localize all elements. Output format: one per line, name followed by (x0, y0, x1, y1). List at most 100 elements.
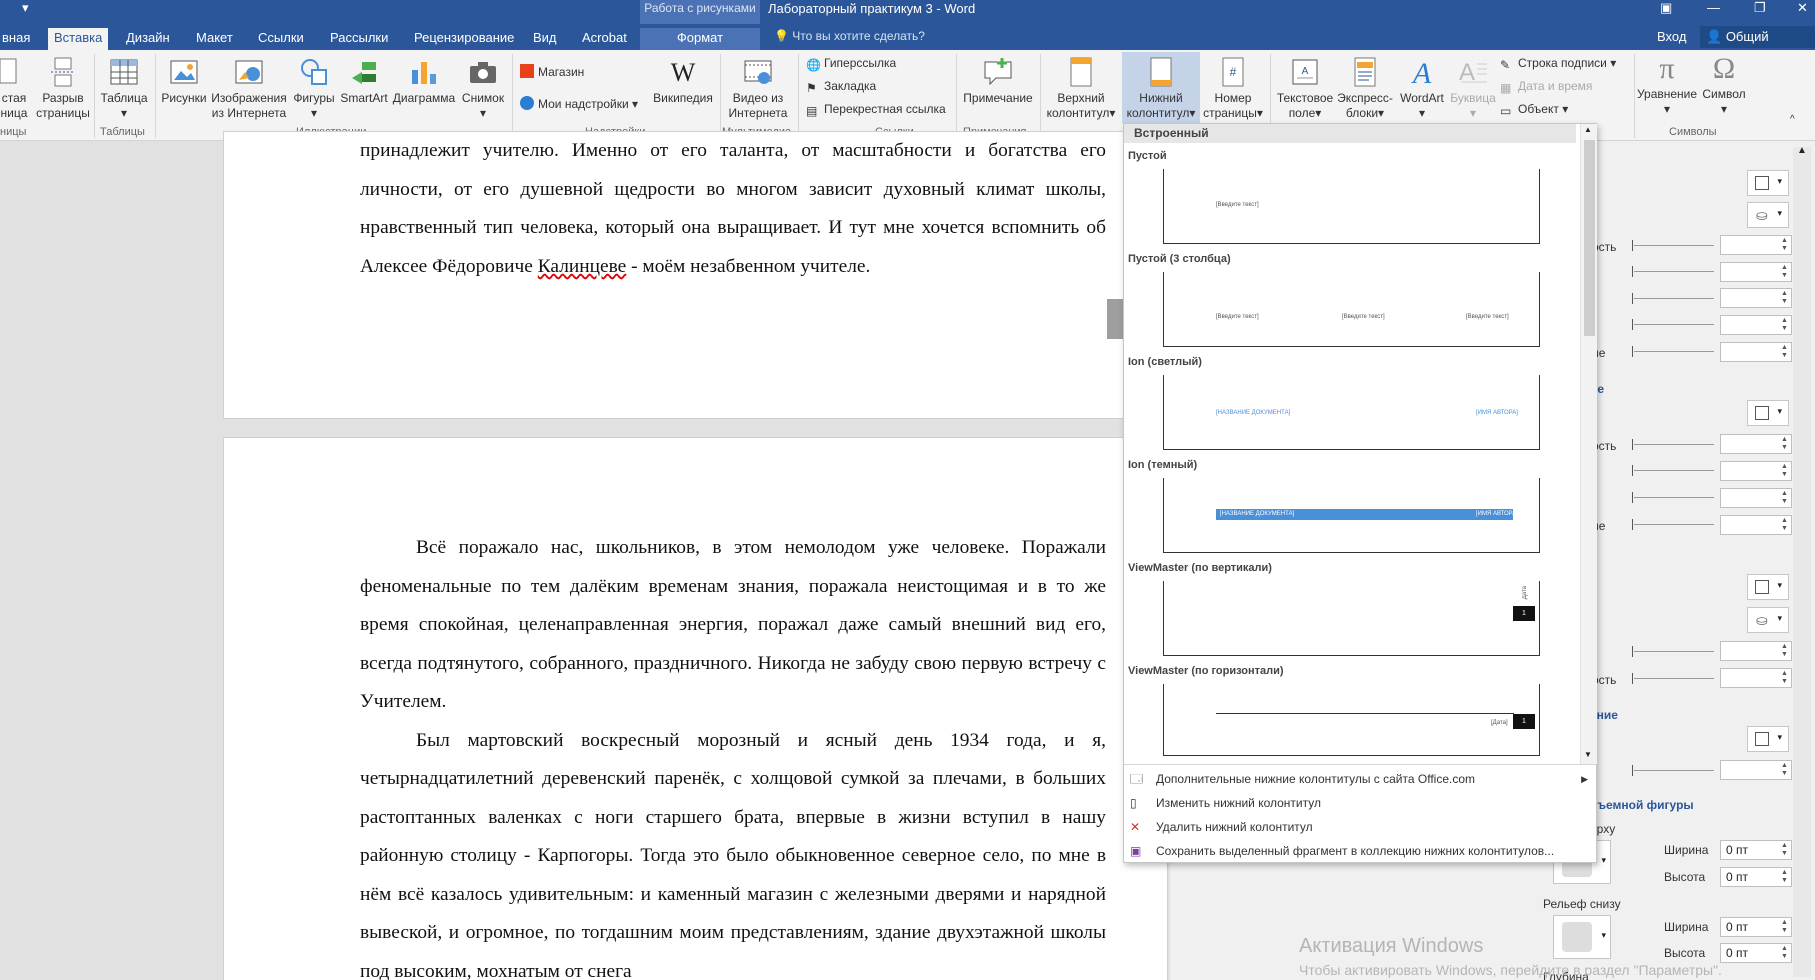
scroll-down-icon[interactable]: ▼ (1584, 750, 1592, 759)
angle-slider[interactable] (1634, 324, 1714, 325)
spinner-icon[interactable]: ▲ ▼ (1781, 517, 1789, 533)
smartart-button[interactable]: SmartArt (339, 56, 389, 106)
page-1-text[interactable]: принадлежит учителю. Именно от его талан… (360, 132, 1106, 287)
size-slider[interactable] (1634, 271, 1714, 272)
object-button[interactable]: ▭ Объект ▾ (1500, 102, 1568, 118)
preset-button[interactable]: ▾ (1747, 400, 1789, 426)
soft-edges-preset-button[interactable]: ▾ (1747, 726, 1789, 752)
spinner-icon[interactable]: ▲ ▼ (1781, 919, 1789, 935)
glow-transparency-slider[interactable] (1634, 678, 1714, 679)
distance-slider[interactable] (1634, 351, 1714, 352)
qat-dropdown-icon[interactable]: ▾ (22, 1, 29, 14)
transparency-slider[interactable] (1634, 245, 1714, 246)
tab-acrobat[interactable]: Acrobat (578, 28, 631, 50)
tab-layout[interactable]: Макет (192, 28, 237, 50)
tab-references[interactable]: Ссылки (254, 28, 308, 50)
tab-home[interactable]: вная (0, 28, 34, 50)
spinner-icon[interactable]: ▲ ▼ (1781, 237, 1789, 253)
header-button[interactable]: Верхний колонтитул▾ (1044, 56, 1118, 121)
footer-option-ion-dark[interactable]: [НАЗВАНИЕ ДОКУМЕНТА] [ИМЯ АВТОРА] (1163, 478, 1540, 553)
wordart-button[interactable]: A WordArt ▾ (1394, 56, 1450, 121)
tab-design[interactable]: Дизайн (122, 28, 174, 50)
spinner-icon[interactable]: ▲ ▼ (1781, 463, 1789, 479)
crossref-button[interactable]: ▤ Перекрестная ссылка (806, 102, 946, 118)
spinner-icon[interactable]: ▲ ▼ (1781, 436, 1789, 452)
spinner-icon[interactable]: ▲ ▼ (1781, 842, 1789, 858)
tab-mailings[interactable]: Рассылки (326, 28, 392, 50)
spinner-icon[interactable]: ▲ ▼ (1781, 290, 1789, 306)
value-field[interactable]: ▲ ▼ (1720, 760, 1792, 780)
pictures-button[interactable]: Рисунки (158, 56, 210, 106)
text-box-button[interactable]: A Текстовое поле▾ (1274, 56, 1336, 121)
quick-parts-button[interactable]: Экспресс-блоки▾ (1334, 56, 1396, 121)
spinner-icon[interactable]: ▲ ▼ (1781, 317, 1789, 333)
value-field[interactable]: ▲ ▼ (1720, 262, 1792, 282)
value-field[interactable]: ▲ ▼ (1720, 515, 1792, 535)
tab-insert[interactable]: Вставка (48, 28, 109, 50)
glow-color-button[interactable]: ⛀ ▾ (1747, 607, 1789, 633)
spinner-icon[interactable]: ▲ ▼ (1781, 490, 1789, 506)
reflection-blur-slider[interactable] (1634, 497, 1714, 498)
symbol-button[interactable]: Ω Символ ▾ (1696, 52, 1752, 117)
tab-view[interactable]: Вид (529, 28, 561, 50)
tell-me-search[interactable]: 💡 Что вы хотите сделать? (774, 29, 925, 43)
value-field[interactable]: ▲ ▼ (1720, 288, 1792, 308)
page-break-button[interactable]: Разрыв страницы (34, 56, 92, 121)
pane-scrollbar[interactable] (1793, 147, 1811, 977)
online-pictures-button[interactable]: Изображения из Интернета (210, 56, 288, 121)
page-number-button[interactable]: # Номер страницы▾ (1200, 56, 1266, 121)
online-video-button[interactable]: Видео из Интернета (722, 56, 794, 121)
relief-bottom-width-field[interactable]: 0 пт ▲ ▼ (1720, 917, 1792, 937)
scroll-up-icon[interactable]: ▲ (1584, 125, 1592, 134)
wikipedia-button[interactable]: W Википедия (650, 56, 716, 106)
fill-color-button[interactable]: ⛀ ▾ (1747, 202, 1789, 228)
relief-bottom-picker[interactable]: ▾ (1553, 915, 1611, 959)
bookmark-button[interactable]: ⚑ Закладка (806, 79, 876, 95)
relief-top-width-field[interactable]: 0 пт ▲ ▼ (1720, 840, 1792, 860)
blur-slider[interactable] (1634, 298, 1714, 299)
spinner-icon[interactable]: ▲ ▼ (1781, 643, 1789, 659)
menu-item-edit-footer[interactable]: ▯ Изменить нижний колонтитул (1124, 791, 1596, 815)
section-header-3d-format[interactable]: бъемной фигуры (1590, 798, 1694, 812)
value-field[interactable]: ▲ ▼ (1720, 315, 1792, 335)
close-icon[interactable]: ✕ (1797, 1, 1808, 14)
menu-item-more-footers[interactable]: 🗔 Дополнительные нижние колонтитулы с сай… (1124, 767, 1596, 791)
signature-line-button[interactable]: ✎ Строка подписи ▾ (1500, 56, 1616, 72)
reflection-size-slider[interactable] (1634, 470, 1714, 471)
restore-icon[interactable]: ❐ (1754, 1, 1766, 14)
minimize-icon[interactable]: — (1707, 1, 1720, 14)
gallery-scrollbar[interactable]: ▲ ▼ (1580, 124, 1597, 764)
drop-cap-button[interactable]: A Буквица ▾ (1448, 56, 1498, 121)
value-field[interactable]: ▲ ▼ (1720, 641, 1792, 661)
footer-option-viewmaster-vertical[interactable]: Дата 1 (1163, 581, 1540, 656)
value-field[interactable]: ▲ ▼ (1720, 235, 1792, 255)
table-button[interactable]: Таблица ▾ (98, 56, 150, 121)
soft-edges-slider[interactable] (1634, 770, 1714, 771)
spinner-icon[interactable]: ▲ ▼ (1781, 945, 1789, 961)
value-field[interactable]: ▲ ▼ (1720, 461, 1792, 481)
spinner-icon[interactable]: ▲ ▼ (1781, 264, 1789, 280)
page-2-text[interactable]: Всё поражало нас, школьников, в этом нем… (360, 529, 1106, 980)
share-button[interactable]: 👤 Общий доступ (1700, 26, 1815, 66)
blank-page-button[interactable]: стая ница (0, 56, 32, 121)
collapse-ribbon-icon[interactable]: ^ (1790, 112, 1795, 127)
document-scrollbar-thumb[interactable] (1107, 299, 1123, 339)
sign-in-link[interactable]: Вход (1657, 29, 1686, 44)
menu-item-remove-footer[interactable]: ✕ Удалить нижний колонтитул (1124, 815, 1596, 839)
value-field[interactable]: ▲ ▼ (1720, 488, 1792, 508)
tab-format[interactable]: Формат (640, 28, 760, 50)
hyperlink-button[interactable]: 🌐 Гиперссылка (806, 56, 896, 72)
spinner-icon[interactable]: ▲ ▼ (1781, 762, 1789, 778)
chart-button[interactable]: Диаграмма (390, 56, 458, 106)
screenshot-button[interactable]: Снимок ▾ (458, 56, 508, 121)
shapes-button[interactable]: Фигуры ▾ (289, 56, 339, 121)
spinner-icon[interactable]: ▲ ▼ (1781, 670, 1789, 686)
relief-bottom-height-field[interactable]: 0 пт ▲ ▼ (1720, 943, 1792, 963)
footer-option-blank-3col[interactable]: [Введите текст] [Введите текст] [Введите… (1163, 272, 1540, 347)
menu-item-save-selection[interactable]: ▣ Сохранить выделенный фрагмент в коллекц… (1124, 839, 1596, 863)
value-field[interactable]: ▲ ▼ (1720, 668, 1792, 688)
spinner-icon[interactable]: ▲ ▼ (1781, 869, 1789, 885)
relief-top-height-field[interactable]: 0 пт ▲ ▼ (1720, 867, 1792, 887)
comment-button[interactable]: Примечание (958, 56, 1038, 106)
ribbon-display-icon[interactable]: ▣ (1660, 1, 1672, 14)
